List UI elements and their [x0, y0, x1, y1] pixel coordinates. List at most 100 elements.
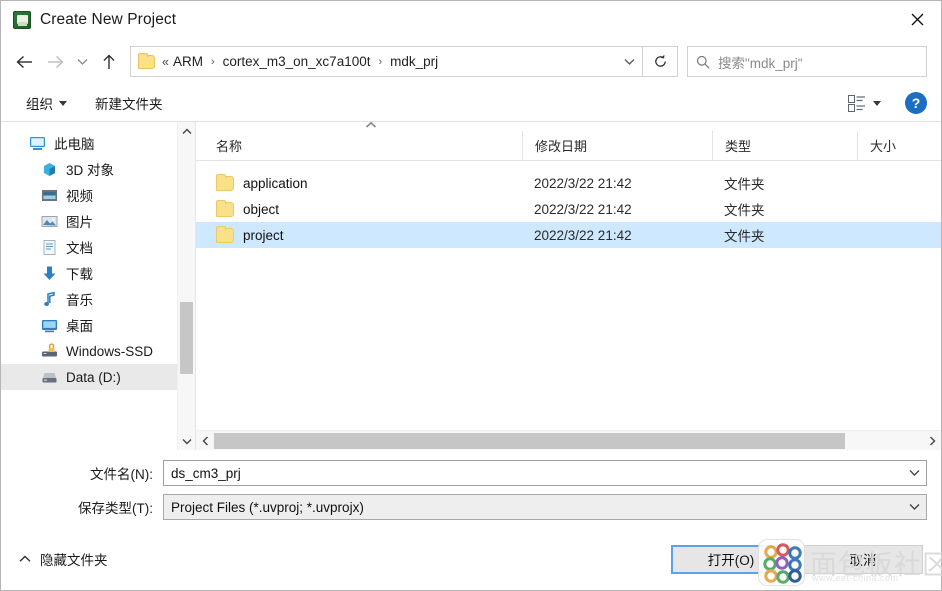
file-list-horizontal-scrollbar[interactable]: [196, 430, 941, 450]
table-row[interactable]: application 2022/3/22 21:42 文件夹: [196, 170, 941, 196]
filename-dropdown-button[interactable]: [902, 461, 926, 485]
column-header-label: 修改日期: [535, 139, 588, 154]
view-list-icon: [848, 94, 865, 112]
3d-objects-icon: [41, 161, 58, 178]
caret-down-icon: [59, 100, 67, 106]
sidebar-item-label: Data (D:): [66, 369, 121, 385]
open-button[interactable]: 打开(O): [671, 544, 791, 574]
filetype-label: 保存类型(T):: [78, 501, 153, 516]
filename-row: 文件名(N): ds_cm3_prj: [15, 460, 927, 486]
breadcrumb-separator-0[interactable]: ›: [205, 56, 221, 68]
sidebar-item-label: 视频: [66, 189, 93, 204]
file-name-cell: object: [196, 196, 522, 222]
close-button[interactable]: [894, 1, 941, 37]
scroll-down-button[interactable]: [178, 432, 195, 450]
chevron-down-icon: [77, 58, 87, 65]
navigation-pane-scrollbar[interactable]: [177, 122, 195, 450]
breadcrumb-overflow[interactable]: «: [162, 55, 171, 69]
sidebar-item-music[interactable]: 音乐: [1, 286, 177, 312]
new-folder-button[interactable]: 新建文件夹: [88, 89, 170, 117]
desktop-icon: [41, 317, 58, 334]
navigation-tree: 此电脑 3D 对象 视频 图片 文档 下载 音乐 桌面 Windows-SSD …: [1, 122, 177, 450]
create-new-project-dialog: Create New Project « ARM › cortex_m3_on_…: [0, 0, 942, 591]
organize-button[interactable]: 组织: [19, 89, 74, 117]
sidebar-item-label: 3D 对象: [66, 163, 115, 178]
view-mode-button[interactable]: [842, 91, 887, 116]
file-name: application: [243, 175, 308, 191]
filename-label: 文件名(N):: [90, 467, 153, 482]
column-header-type[interactable]: 类型: [712, 130, 857, 161]
hide-folders-toggle[interactable]: 隐藏文件夹: [15, 545, 112, 573]
drive-bitlocker-icon: [41, 342, 58, 360]
search-icon: [696, 55, 710, 69]
hscroll-track[interactable]: [214, 432, 923, 450]
filetype-dropdown-button[interactable]: [902, 495, 926, 519]
sidebar-item-videos[interactable]: 视频: [1, 182, 177, 208]
sidebar-item-3d-objects[interactable]: 3D 对象: [1, 156, 177, 182]
dialog-footer: 隐藏文件夹 打开(O) 取消: [1, 528, 941, 590]
column-header-row: 名称 修改日期 类型 大小: [196, 130, 941, 161]
refresh-icon: [654, 54, 666, 67]
sort-ascending-icon: [365, 121, 377, 128]
filename-input[interactable]: ds_cm3_prj: [163, 460, 927, 486]
sort-indicator: [196, 121, 941, 131]
sidebar-item-label: Windows-SSD: [66, 343, 154, 359]
downloads-icon: [41, 265, 58, 282]
column-header-name[interactable]: 名称: [196, 131, 522, 161]
table-row[interactable]: project 2022/3/22 21:42 文件夹: [196, 222, 941, 248]
file-type-cell: 文件夹: [724, 229, 765, 244]
sidebar-item-pictures[interactable]: 图片: [1, 208, 177, 234]
sidebar-item-label: 文档: [66, 241, 93, 256]
back-button[interactable]: [9, 46, 40, 77]
forward-button[interactable]: [40, 46, 71, 77]
sidebar-item-label: 下载: [66, 267, 93, 282]
navigation-pane: 此电脑 3D 对象 视频 图片 文档 下载 音乐 桌面 Windows-SSD …: [1, 122, 196, 450]
column-header-size[interactable]: 大小: [857, 130, 941, 161]
file-name-cell: application: [196, 170, 522, 196]
breadcrumb-item-1[interactable]: cortex_m3_on_xc7a100t: [221, 54, 373, 69]
sidebar-item-desktop[interactable]: 桌面: [1, 312, 177, 338]
this-pc-icon: [29, 135, 46, 152]
sidebar-item-downloads[interactable]: 下载: [1, 260, 177, 286]
file-name-cell: project: [196, 222, 522, 248]
up-button[interactable]: [93, 46, 124, 77]
sidebar-item-windows-ssd[interactable]: Windows-SSD: [1, 338, 177, 364]
recent-locations-button[interactable]: [71, 46, 93, 77]
caret-down-icon: [873, 100, 881, 106]
breadcrumb-separator-1[interactable]: ›: [372, 56, 388, 68]
column-header-label: 大小: [870, 139, 897, 154]
title-bar: Create New Project: [1, 1, 941, 38]
music-icon: [41, 291, 58, 308]
cancel-button[interactable]: 取消: [803, 544, 923, 574]
forward-arrow-icon: [48, 55, 64, 68]
filename-value: ds_cm3_prj: [171, 465, 241, 481]
hscroll-thumb[interactable]: [214, 432, 845, 449]
refresh-button[interactable]: [643, 46, 678, 77]
breadcrumb-item-0[interactable]: ARM: [171, 54, 205, 69]
up-arrow-icon: [103, 54, 114, 69]
file-modified-cell: 2022/3/22 21:42: [534, 201, 632, 217]
sidebar-item-documents[interactable]: 文档: [1, 234, 177, 260]
hscroll-right-button[interactable]: [923, 432, 941, 450]
filetype-select[interactable]: Project Files (*.uvproj; *.uvprojx): [163, 494, 927, 520]
column-header-modified[interactable]: 修改日期: [522, 130, 712, 161]
table-row[interactable]: object 2022/3/22 21:42 文件夹: [196, 196, 941, 222]
address-dropdown-button[interactable]: [616, 47, 642, 76]
organize-label: 组织: [26, 97, 53, 112]
address-bar[interactable]: « ARM › cortex_m3_on_xc7a100t › mdk_prj: [130, 46, 643, 77]
scroll-up-button[interactable]: [178, 122, 195, 140]
scrollbar-thumb[interactable]: [180, 302, 193, 374]
sidebar-item-this-pc[interactable]: 此电脑: [1, 130, 177, 156]
file-modified-cell: 2022/3/22 21:42: [534, 175, 632, 191]
sidebar-item-data-d[interactable]: Data (D:): [1, 364, 177, 390]
sidebar-item-label: 桌面: [66, 319, 93, 334]
videos-icon: [41, 187, 58, 204]
command-bar: 组织 新建文件夹 ?: [1, 85, 941, 121]
file-size-cell: [857, 170, 941, 196]
search-input[interactable]: 搜索"mdk_prj": [687, 46, 927, 77]
help-button[interactable]: ?: [905, 92, 927, 114]
chevron-right-icon: [929, 436, 935, 445]
breadcrumb-item-2[interactable]: mdk_prj: [388, 54, 440, 69]
hscroll-left-button[interactable]: [196, 432, 214, 450]
file-type-cell: 文件夹: [724, 203, 765, 218]
